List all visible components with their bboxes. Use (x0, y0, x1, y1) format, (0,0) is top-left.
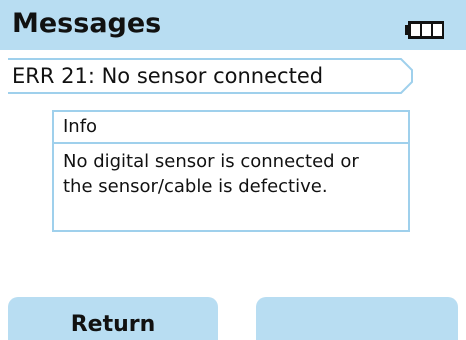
info-panel-body: No digital sensor is connected or the se… (54, 144, 408, 199)
error-message-text: ERR 21: No sensor connected (12, 64, 324, 88)
device-screen: Messages ERR 21: No sensor connected Inf… (0, 0, 466, 340)
info-line-2: the sensor/cable is defective. (63, 176, 328, 197)
page-title: Messages (12, 8, 162, 39)
battery-full-icon (405, 21, 444, 39)
right-softkey-button[interactable] (256, 297, 458, 340)
return-button[interactable]: Return (8, 297, 218, 340)
error-message-item[interactable]: ERR 21: No sensor connected (8, 58, 413, 94)
info-panel: Info No digital sensor is connected or t… (52, 110, 410, 232)
title-bar: Messages (0, 0, 466, 50)
info-panel-heading: Info (54, 112, 408, 144)
info-line-1: No digital sensor is connected or (63, 151, 359, 172)
return-button-label: Return (70, 312, 156, 337)
